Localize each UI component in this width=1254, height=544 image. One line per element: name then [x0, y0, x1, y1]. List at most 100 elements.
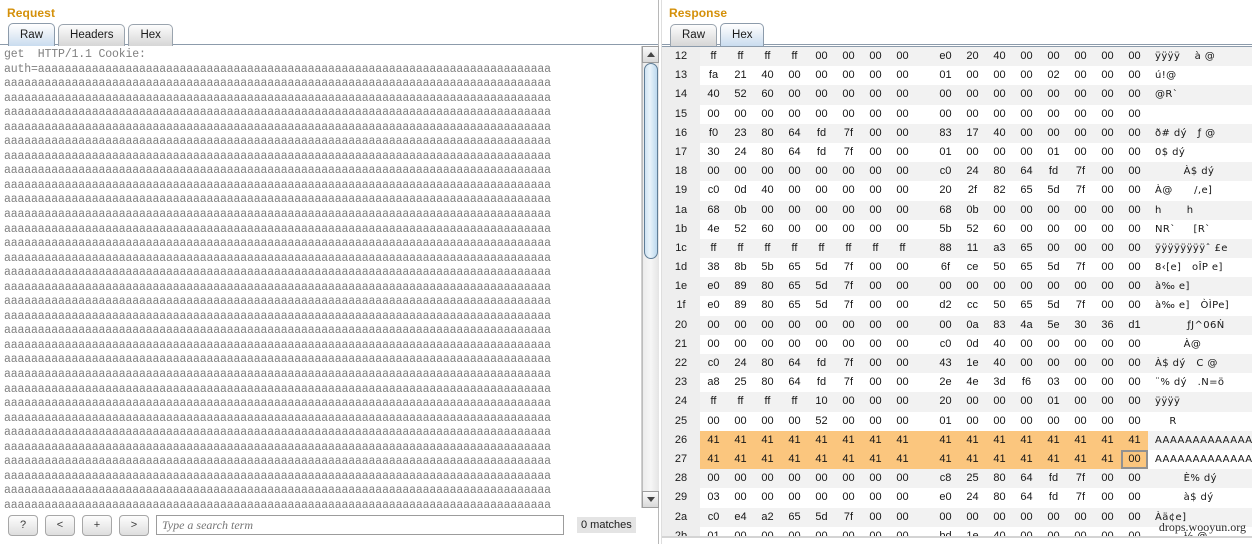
hex-byte-cell[interactable]: 00 — [889, 296, 916, 315]
hex-row[interactable]: 12 ff ff ff ff 00 00 00 00 e0 20 40 00 00 00 00 00 ÿÿÿÿ à… — [662, 47, 1252, 67]
hex-byte-cell[interactable]: 03 — [700, 488, 727, 507]
hex-byte-cell[interactable]: 20 — [932, 181, 959, 200]
hex-byte-cell[interactable]: 20 — [959, 47, 986, 66]
hex-byte-cell[interactable]: ff — [781, 47, 808, 66]
hex-row[interactable]: 14 40 52 60 00 00 00 00 00 00 00 00 00 00 00 00 00 @R` — [662, 85, 1252, 105]
hex-byte-cell[interactable]: 80 — [754, 143, 781, 162]
hex-byte-cell[interactable]: 64 — [1013, 162, 1040, 181]
hex-byte-cell[interactable]: 7f — [1067, 162, 1094, 181]
hex-byte-cell[interactable]: 00 — [754, 469, 781, 488]
hex-byte-cell[interactable]: 65 — [781, 508, 808, 527]
hex-byte-cell[interactable]: 00 — [781, 66, 808, 85]
hex-byte-cell[interactable]: 00 — [889, 508, 916, 527]
hex-byte-cell[interactable]: c0 — [932, 335, 959, 354]
hex-byte-cell[interactable]: 00 — [862, 488, 889, 507]
hex-byte-cell[interactable]: fd — [1040, 469, 1067, 488]
hex-byte-cell[interactable]: 00 — [1067, 335, 1094, 354]
hex-byte-cell[interactable]: 00 — [959, 85, 986, 104]
hex-row[interactable]: 24 ff ff ff ff 10 00 00 00 20 00 00 00 01 00 00 00 ÿÿÿÿ — [662, 392, 1252, 412]
hex-byte-cell[interactable]: 00 — [808, 488, 835, 507]
hex-byte-cell[interactable]: 25 — [959, 469, 986, 488]
hex-byte-cell[interactable]: 65 — [1013, 296, 1040, 315]
hex-byte-cell[interactable]: 5d — [808, 277, 835, 296]
hex-byte-cell[interactable]: 00 — [862, 277, 889, 296]
hex-byte-cell[interactable]: 7f — [835, 508, 862, 527]
hex-byte-cell[interactable]: 00 — [1094, 373, 1121, 392]
hex-byte-cell[interactable]: 00 — [1013, 124, 1040, 143]
hex-byte-cell[interactable]: 00 — [781, 181, 808, 200]
hex-byte-cell[interactable]: 00 — [889, 201, 916, 220]
hex-byte-cell[interactable]: 00 — [1094, 181, 1121, 200]
hex-byte-cell[interactable]: 0a — [959, 316, 986, 335]
hex-byte-cell[interactable]: e4 — [727, 508, 754, 527]
hex-byte-cell[interactable]: 00 — [700, 105, 727, 124]
hex-byte-cell[interactable]: 00 — [754, 316, 781, 335]
hex-byte-cell[interactable]: 00 — [862, 373, 889, 392]
add-search-button[interactable]: + — [82, 514, 112, 536]
hex-byte-cell[interactable]: 00 — [1094, 412, 1121, 431]
hex-byte-cell[interactable]: 00 — [808, 201, 835, 220]
hex-byte-cell[interactable]: 41 — [835, 449, 862, 470]
hex-byte-cell[interactable]: 00 — [959, 412, 986, 431]
hex-byte-cell[interactable]: 00 — [1013, 335, 1040, 354]
hex-byte-cell[interactable]: 00 — [959, 392, 986, 411]
hex-byte-cell[interactable]: 41 — [781, 430, 808, 450]
hex-byte-cell[interactable]: 00 — [700, 335, 727, 354]
hex-byte-cell[interactable]: 00 — [835, 47, 862, 66]
hex-byte-cell[interactable]: 83 — [986, 316, 1013, 335]
hex-byte-cell[interactable]: 00 — [1121, 508, 1148, 527]
hex-byte-cell[interactable]: 83 — [932, 124, 959, 143]
hex-byte-cell[interactable]: 00 — [754, 412, 781, 431]
hex-byte-cell[interactable]: 00 — [1067, 47, 1094, 66]
hex-byte-cell[interactable]: c0 — [700, 354, 727, 373]
hex-byte-cell[interactable]: 00 — [1121, 277, 1148, 296]
hex-byte-cell[interactable]: 89 — [727, 296, 754, 315]
hex-row[interactable]: 29 03 00 00 00 00 00 00 00 e0 24 80 64 fd 7f 00 00 à$ dý — [662, 488, 1252, 508]
hex-byte-cell[interactable]: 00 — [1040, 508, 1067, 527]
hex-row[interactable]: 19 c0 0d 40 00 00 00 00 00 20 2f 82 65 5d 7f 00 00 À@ /,e… — [662, 181, 1252, 201]
hex-byte-cell[interactable]: 00 — [889, 277, 916, 296]
hex-byte-cell[interactable]: ff — [727, 47, 754, 66]
hex-row[interactable]: 26 41 41 41 41 41 41 41 41 41 41 41 41 41 41 41 41 AAAAAA… — [662, 430, 1252, 450]
hex-byte-cell[interactable]: 43 — [932, 354, 959, 373]
hex-byte-cell[interactable]: 00 — [727, 335, 754, 354]
hex-byte-cell[interactable]: 41 — [1121, 430, 1148, 450]
hex-byte-cell[interactable]: 00 — [889, 335, 916, 354]
hex-byte-cell[interactable]: 52 — [959, 220, 986, 239]
hex-byte-cell[interactable]: 00 — [1121, 335, 1148, 354]
hex-byte-cell[interactable]: 00 — [1040, 239, 1067, 258]
hex-byte-cell[interactable]: 00 — [932, 85, 959, 104]
tab-response-hex[interactable]: Hex — [720, 23, 765, 46]
hex-byte-cell[interactable]: 00 — [1094, 105, 1121, 124]
hex-byte-cell[interactable]: 00 — [986, 392, 1013, 411]
hex-byte-cell[interactable]: 41 — [986, 430, 1013, 450]
hex-byte-cell[interactable]: 5d — [1040, 181, 1067, 200]
next-match-button[interactable]: > — [119, 514, 149, 536]
hex-byte-cell[interactable]: 41 — [959, 430, 986, 450]
hex-byte-cell[interactable]: 00 — [1094, 239, 1121, 258]
hex-row[interactable]: 18 00 00 00 00 00 00 00 00 c0 24 80 64 fd 7f 00 00 À$ dý — [662, 162, 1252, 182]
hex-byte-cell[interactable]: 00 — [1067, 277, 1094, 296]
hex-byte-cell[interactable]: 40 — [986, 354, 1013, 373]
hex-byte-cell[interactable]: 00 — [1013, 220, 1040, 239]
hex-byte-cell[interactable]: 41 — [700, 430, 727, 450]
hex-byte-cell[interactable]: 00 — [862, 258, 889, 277]
hex-byte-cell[interactable]: c0 — [700, 508, 727, 527]
hex-byte-cell[interactable]: cc — [959, 296, 986, 315]
hex-byte-cell[interactable]: 00 — [862, 335, 889, 354]
hex-byte-cell[interactable]: 41 — [932, 449, 959, 470]
hex-byte-cell[interactable]: 00 — [1013, 85, 1040, 104]
hex-byte-cell[interactable]: 41 — [1094, 430, 1121, 450]
hex-row[interactable]: 23 a8 25 80 64 fd 7f 00 00 2e 4e 3d f6 03 00 00 00 ¨% dý … — [662, 373, 1252, 393]
hex-byte-cell[interactable]: 00 — [808, 220, 835, 239]
hex-byte-cell[interactable]: 7f — [835, 373, 862, 392]
hex-byte-cell[interactable]: 00 — [1040, 201, 1067, 220]
hex-byte-cell[interactable]: 00 — [862, 66, 889, 85]
hex-byte-cell[interactable]: 00 — [1013, 66, 1040, 85]
hex-byte-cell[interactable]: f6 — [1013, 373, 1040, 392]
hex-byte-cell[interactable]: 40 — [700, 85, 727, 104]
hex-byte-cell[interactable]: 41 — [727, 430, 754, 450]
request-raw-text[interactable]: get HTTP/1.1 Cookie: auth=aaaaaaaaaaaaaa… — [0, 46, 641, 508]
hex-byte-cell[interactable]: e0 — [932, 488, 959, 507]
hex-byte-cell[interactable]: 00 — [1121, 85, 1148, 104]
